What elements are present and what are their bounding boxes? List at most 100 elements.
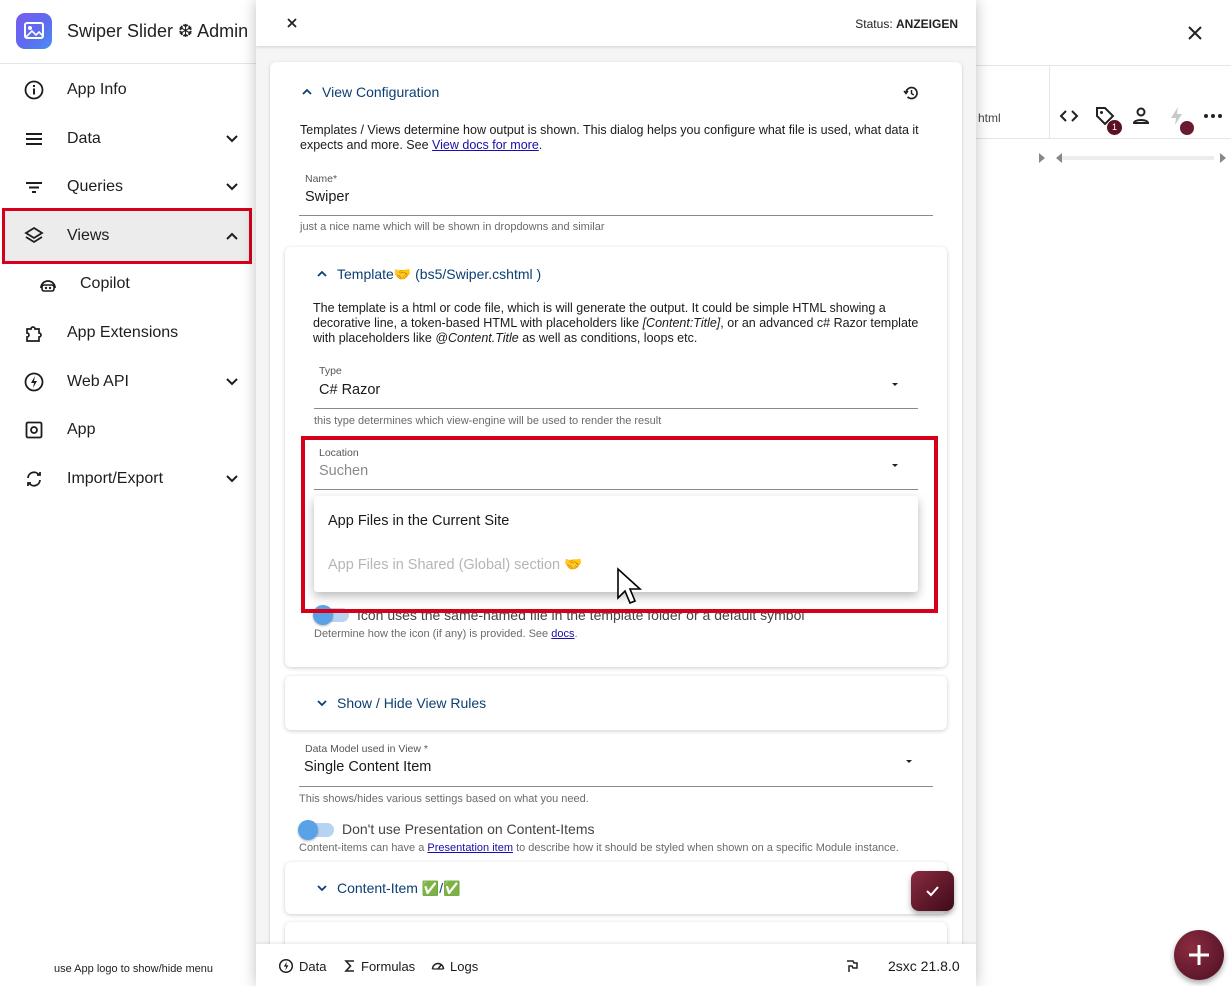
- history-icon[interactable]: [902, 84, 920, 102]
- show-hide-card[interactable]: Show / Hide View Rules: [285, 676, 947, 730]
- data-model-underline: [299, 786, 933, 787]
- status-label: Status:: [855, 17, 896, 31]
- template-description: The template is a html or code file, whi…: [313, 301, 919, 345]
- presentation-help: Content-items can have a Presentation it…: [299, 842, 899, 854]
- settings-box-icon: [25, 421, 43, 439]
- table-cell: html: [978, 111, 1001, 125]
- debug-icon[interactable]: [844, 958, 860, 974]
- icon-help: Determine how the icon (if any) is provi…: [314, 628, 578, 640]
- divider: [1049, 66, 1050, 138]
- sidebar-item-label: Copilot: [80, 275, 130, 292]
- edit-dialog: Status: ANZEIGEN View Configuration Temp…: [256, 0, 976, 986]
- chevron-down-icon: [226, 378, 238, 386]
- content-item-card[interactable]: Content-Item ✅/✅: [285, 862, 947, 914]
- chevron-down-icon: [226, 135, 238, 143]
- close-icon[interactable]: [1182, 20, 1208, 46]
- copilot-icon: [40, 280, 56, 292]
- save-button[interactable]: [911, 871, 954, 911]
- content-item-title[interactable]: Content-Item ✅/✅: [337, 880, 461, 897]
- code-icon[interactable]: [1057, 104, 1081, 128]
- import-export-icon: [27, 471, 41, 487]
- section-title[interactable]: View Configuration: [322, 84, 439, 100]
- template-title[interactable]: Template🤝 (bs5/Swiper.cshtml ): [337, 266, 541, 283]
- sidebar-item-copilot[interactable]: Copilot: [0, 260, 256, 308]
- sidebar-item-app[interactable]: App: [0, 406, 256, 454]
- sigma-icon: [344, 960, 354, 972]
- sidebar-item-app-info[interactable]: App Info: [0, 66, 256, 114]
- image-icon: [24, 22, 44, 39]
- sidebar-item-queries[interactable]: Queries: [0, 163, 256, 211]
- app-header: Swiper Slider ❆ Admin: [0, 0, 256, 64]
- name-field-underline: [299, 215, 933, 216]
- scrollbar[interactable]: [1062, 156, 1214, 160]
- sidebar-item-label: Import/Export: [67, 470, 164, 487]
- name-field[interactable]: Swiper: [305, 189, 349, 205]
- chevron-down-icon: [226, 475, 238, 483]
- scroll-right-icon[interactable]: [1218, 152, 1228, 164]
- info-icon: [24, 80, 44, 100]
- status-value: ANZEIGEN: [895, 17, 958, 31]
- type-field-help: this type determines which view-engine w…: [314, 415, 662, 427]
- check-icon: [926, 886, 939, 897]
- dialog-footer: Data Formulas Logs 2sxc 21.8.0: [256, 944, 976, 986]
- sidebar-item-label: App: [67, 421, 96, 438]
- data-model-select[interactable]: Single Content Item: [304, 759, 431, 775]
- chevron-up-icon[interactable]: [300, 85, 314, 99]
- sidebar-item-label: Data: [67, 130, 101, 147]
- sidebar-hint: use App logo to show/hide menu: [54, 963, 214, 975]
- view-config-description: Templates / Views determine how output i…: [300, 123, 919, 152]
- more-icon[interactable]: [1201, 104, 1225, 128]
- presentation-toggle-knob[interactable]: [298, 820, 318, 840]
- bolt-circle-icon: [278, 958, 294, 974]
- footer-logs-button[interactable]: Logs: [450, 959, 478, 974]
- dropdown-arrow-icon[interactable]: [903, 757, 915, 767]
- presentation-toggle-label: Don't use Presentation on Content-Items: [342, 821, 595, 837]
- sidebar-item-label: App Info: [67, 81, 127, 98]
- sidebar-item-label: Web API: [67, 373, 129, 390]
- mouse-cursor-icon: [617, 567, 643, 605]
- divider: [976, 65, 1231, 66]
- name-field-label: Name*: [305, 173, 338, 185]
- person-icon[interactable]: [1129, 104, 1153, 128]
- chevron-down-icon[interactable]: [315, 696, 329, 710]
- sidebar-item-label: Queries: [67, 178, 124, 195]
- close-icon[interactable]: [284, 15, 300, 31]
- chevron-down-icon: [226, 183, 238, 191]
- sidebar-item-label: App Extensions: [67, 324, 179, 341]
- type-field-underline: [314, 408, 918, 409]
- type-field-label: Type: [319, 365, 342, 377]
- gauge-icon: [431, 962, 445, 970]
- show-hide-title[interactable]: Show / Hide View Rules: [337, 695, 486, 711]
- footer-data-button[interactable]: Data: [299, 959, 326, 974]
- version-label: 2sxc 21.8.0: [888, 958, 960, 974]
- dialog-header: Status: ANZEIGEN: [256, 0, 976, 46]
- sidebar-item-app-extensions[interactable]: App Extensions: [0, 309, 256, 357]
- view-docs-link[interactable]: View docs for more: [432, 138, 539, 152]
- bolt-icon: [24, 372, 44, 392]
- footer-formulas-button[interactable]: Formulas: [361, 959, 415, 974]
- count-badge: 1: [1107, 120, 1122, 135]
- puzzle-icon: [26, 326, 42, 342]
- type-select[interactable]: C# Razor: [319, 382, 380, 398]
- add-button[interactable]: [1174, 930, 1224, 980]
- app-title: Swiper Slider ❆ Admin: [67, 21, 249, 41]
- filter-icon: [26, 182, 42, 193]
- data-model-help: This shows/hides various settings based …: [299, 793, 589, 805]
- divider: [976, 138, 1231, 139]
- sidebar-item-data[interactable]: Data: [0, 115, 256, 163]
- icon-docs-link[interactable]: docs: [551, 628, 574, 640]
- sidebar-item-import-export[interactable]: Import/Export: [0, 455, 256, 503]
- chevron-down-icon[interactable]: [315, 881, 329, 895]
- data-model-label: Data Model used in View *: [305, 743, 428, 755]
- sidebar-item-web-api[interactable]: Web API: [0, 358, 256, 406]
- status-indicator[interactable]: Status: ANZEIGEN: [855, 17, 958, 31]
- list-icon: [26, 133, 42, 145]
- scroll-right-icon[interactable]: [1037, 152, 1047, 164]
- gem-badge: [1180, 121, 1194, 135]
- presentation-item-link[interactable]: Presentation item: [427, 842, 513, 854]
- app-logo[interactable]: [16, 13, 52, 49]
- dropdown-arrow-icon[interactable]: [889, 380, 901, 390]
- chevron-up-icon[interactable]: [315, 267, 329, 281]
- highlight-frame-views: [2, 208, 252, 264]
- name-field-help: just a nice name which will be shown in …: [300, 221, 605, 233]
